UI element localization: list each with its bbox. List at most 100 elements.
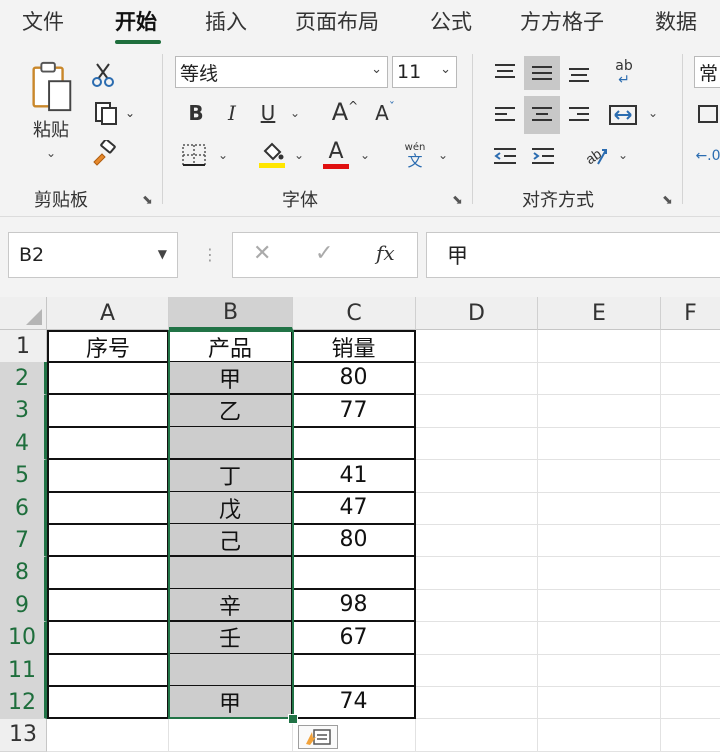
- cell-d2[interactable]: [416, 362, 538, 396]
- cell-a8[interactable]: [47, 556, 169, 590]
- phonetic-guide-button[interactable]: wén 文: [398, 138, 432, 172]
- cell-f8[interactable]: [661, 557, 720, 590]
- cell-a13[interactable]: [47, 718, 169, 752]
- column-header-f[interactable]: F: [661, 297, 720, 330]
- row-header-11[interactable]: 11: [0, 654, 47, 687]
- cell-f9[interactable]: [661, 589, 720, 623]
- cell-f1[interactable]: [661, 330, 720, 363]
- cell-f6[interactable]: [661, 492, 720, 525]
- cell-c10[interactable]: 67: [293, 621, 416, 655]
- cell-e4[interactable]: [538, 427, 661, 461]
- cell-b13[interactable]: [169, 718, 293, 752]
- row-header-6[interactable]: 6: [0, 492, 47, 525]
- chevron-down-icon[interactable]: ⌄: [440, 62, 451, 77]
- row-header-7[interactable]: 7: [0, 524, 47, 558]
- cell-d1[interactable]: [416, 330, 538, 363]
- column-header-a[interactable]: A: [47, 297, 169, 330]
- format-painter-button[interactable]: [88, 138, 118, 168]
- chevron-down-icon[interactable]: ⌄: [618, 148, 628, 162]
- copy-button[interactable]: ⌄: [88, 98, 140, 128]
- wrap-text-button[interactable]: ab ↵: [604, 56, 644, 90]
- font-color-button[interactable]: A: [320, 136, 352, 172]
- cell-b4[interactable]: [169, 427, 293, 461]
- cell-a10[interactable]: [47, 621, 169, 655]
- increase-indent-button[interactable]: [526, 140, 560, 172]
- cell-c6[interactable]: 47: [293, 492, 416, 525]
- font-name-combo[interactable]: 等线 ⌄: [175, 56, 388, 88]
- align-bottom-button[interactable]: [562, 56, 596, 90]
- cell-b8[interactable]: [169, 556, 293, 590]
- cancel-icon[interactable]: ✕: [253, 241, 271, 266]
- grow-font-button[interactable]: A ^: [330, 96, 360, 128]
- align-left-button[interactable]: [488, 98, 522, 132]
- cell-a7[interactable]: [47, 524, 169, 558]
- cell-f11[interactable]: [661, 654, 720, 687]
- row-header-5[interactable]: 5: [0, 459, 47, 493]
- cell-e13[interactable]: [538, 718, 661, 752]
- cell-c7[interactable]: 80: [293, 524, 416, 558]
- cell-e11[interactable]: [538, 654, 661, 687]
- cell-a6[interactable]: [47, 492, 169, 525]
- cell-c12[interactable]: 74: [293, 686, 416, 720]
- dialog-launcher-icon[interactable]: ⬊: [452, 193, 463, 208]
- tab-formulas[interactable]: 公式: [430, 6, 472, 36]
- cell-f7[interactable]: [661, 524, 720, 558]
- align-right-button[interactable]: [562, 98, 596, 132]
- enter-icon[interactable]: ✓: [315, 241, 333, 266]
- cell-a9[interactable]: [47, 589, 169, 623]
- cell-c1[interactable]: 销量: [293, 330, 416, 363]
- cell-d6[interactable]: [416, 492, 538, 525]
- formula-input[interactable]: 甲: [426, 232, 720, 278]
- bold-button[interactable]: B: [182, 98, 210, 128]
- cell-c8[interactable]: [293, 556, 416, 590]
- cell-b5[interactable]: 丁: [169, 459, 293, 493]
- row-header-13[interactable]: 13: [0, 718, 47, 752]
- cell-b3[interactable]: 乙: [169, 394, 293, 428]
- cell-d8[interactable]: [416, 556, 538, 590]
- cell-e12[interactable]: [538, 686, 661, 720]
- cell-d5[interactable]: [416, 459, 538, 493]
- tab-home[interactable]: 开始: [115, 6, 157, 36]
- cell-c4[interactable]: [293, 427, 416, 461]
- cell-e3[interactable]: [538, 394, 661, 428]
- cell-d11[interactable]: [416, 654, 538, 687]
- row-header-10[interactable]: 10: [0, 621, 47, 655]
- cell-f13[interactable]: [661, 719, 720, 752]
- cell-c9[interactable]: 98: [293, 589, 416, 623]
- cell-d7[interactable]: [416, 524, 538, 558]
- cell-a4[interactable]: [47, 427, 169, 461]
- merge-center-button[interactable]: [604, 98, 642, 132]
- tab-data[interactable]: 数据: [655, 6, 697, 36]
- fill-color-button[interactable]: [256, 136, 288, 172]
- tab-insert[interactable]: 插入: [205, 6, 247, 36]
- row-header-9[interactable]: 9: [0, 589, 47, 623]
- cell-f3[interactable]: [661, 395, 720, 428]
- italic-button[interactable]: I: [218, 98, 246, 128]
- tab-ffgz[interactable]: 方方格子: [520, 6, 604, 36]
- paste-button[interactable]: 粘贴 ⌄: [22, 60, 80, 160]
- font-size-combo[interactable]: 11 ⌄: [392, 56, 457, 88]
- cell-e5[interactable]: [538, 459, 661, 493]
- dialog-launcher-icon[interactable]: ⬊: [142, 193, 153, 208]
- quick-analysis-button[interactable]: [298, 725, 338, 749]
- cell-a3[interactable]: [47, 394, 169, 428]
- align-middle-button[interactable]: [524, 56, 560, 90]
- cell-b6[interactable]: 戊: [169, 492, 293, 525]
- orientation-button[interactable]: ab: [578, 138, 614, 172]
- cell-d10[interactable]: [416, 621, 538, 655]
- name-box[interactable]: B2 ▼: [8, 232, 178, 278]
- row-header-8[interactable]: 8: [0, 556, 47, 590]
- chevron-down-icon[interactable]: ⌄: [438, 148, 448, 162]
- decrease-decimal-icon[interactable]: ←.0: [695, 140, 720, 172]
- cell-a2[interactable]: [47, 362, 169, 396]
- cell-e10[interactable]: [538, 621, 661, 655]
- cell-e6[interactable]: [538, 492, 661, 525]
- more-options-icon[interactable]: ⋮: [202, 245, 218, 264]
- cell-a5[interactable]: [47, 459, 169, 493]
- borders-button[interactable]: [178, 140, 210, 170]
- cell-f10[interactable]: [661, 622, 720, 655]
- column-header-c[interactable]: C: [293, 297, 416, 330]
- cell-f2[interactable]: [661, 362, 720, 396]
- cell-e2[interactable]: [538, 362, 661, 396]
- caret-down-icon[interactable]: ▼: [158, 247, 167, 261]
